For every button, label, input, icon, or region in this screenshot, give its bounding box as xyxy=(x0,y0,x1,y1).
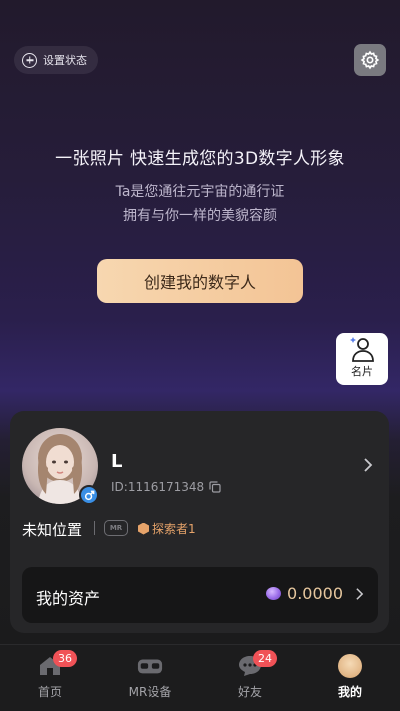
location-text: 未知位置 xyxy=(22,521,83,539)
bottom-tab-bar: 36 首页 MR设备 24 好友 我的 xyxy=(0,644,400,711)
divider xyxy=(94,521,95,535)
tab-mr-device-label: MR设备 xyxy=(128,685,172,699)
home-badge: 36 xyxy=(53,650,77,667)
user-avatar-icon xyxy=(337,654,363,678)
mr-device-badge-icon: MR xyxy=(104,520,128,536)
chevron-right-icon[interactable] xyxy=(363,457,373,473)
my-assets-row[interactable]: 我的资产 0.0000 xyxy=(22,567,378,623)
tab-friends[interactable]: 24 好友 xyxy=(200,645,300,711)
hero-subtitle: Ta是您通往元宇宙的通行证 拥有与你一样的美貌容颜 xyxy=(0,180,400,228)
friends-badge: 24 xyxy=(253,650,277,667)
user-name: L xyxy=(111,451,123,472)
tab-me[interactable]: 我的 xyxy=(300,645,400,711)
tab-home-label: 首页 xyxy=(37,685,62,699)
chevron-right-icon xyxy=(356,587,364,600)
create-digital-human-button[interactable]: 创建我的数字人 xyxy=(97,259,303,303)
hexagon-icon xyxy=(138,522,149,535)
my-assets-label: 我的资产 xyxy=(36,589,101,608)
hero-title: 一张照片 快速生成您的3D数字人形象 xyxy=(55,149,345,169)
business-card-button[interactable]: 名片 xyxy=(336,333,388,385)
user-id-text: ID:1116171348 xyxy=(111,480,205,494)
settings-button[interactable] xyxy=(354,44,386,76)
tab-me-label: 我的 xyxy=(337,685,362,699)
profile-card: L ID:1116171348 未知位置 MR 探索者1 我的资产 0.0000 xyxy=(10,411,389,633)
purple-gem-icon xyxy=(266,587,282,600)
user-id: ID:1116171348 xyxy=(111,480,221,494)
tab-friends-label: 好友 xyxy=(237,685,262,699)
hero-subtitle-line2: 拥有与你一样的美貌容颜 xyxy=(123,208,277,224)
set-status-label: 设置状态 xyxy=(43,54,87,67)
business-card-label: 名片 xyxy=(351,365,373,378)
vr-headset-icon xyxy=(137,654,163,678)
person-card-icon xyxy=(350,337,374,362)
hero-subtitle-line1: Ta是您通往元宇宙的通行证 xyxy=(115,184,285,200)
tab-mr-device[interactable]: MR设备 xyxy=(100,645,200,711)
plus-circle-icon xyxy=(22,52,37,68)
set-status-button[interactable]: 设置状态 xyxy=(14,46,98,74)
gear-icon xyxy=(360,50,380,70)
assets-balance: 0.0000 xyxy=(266,584,364,603)
explorer-level-label: 探索者1 xyxy=(152,522,196,536)
male-gender-icon xyxy=(79,485,99,505)
tab-home[interactable]: 36 首页 xyxy=(0,645,100,711)
copy-icon[interactable] xyxy=(209,481,221,493)
assets-value: 0.0000 xyxy=(287,584,343,603)
explorer-level-badge: 探索者1 xyxy=(138,520,196,537)
